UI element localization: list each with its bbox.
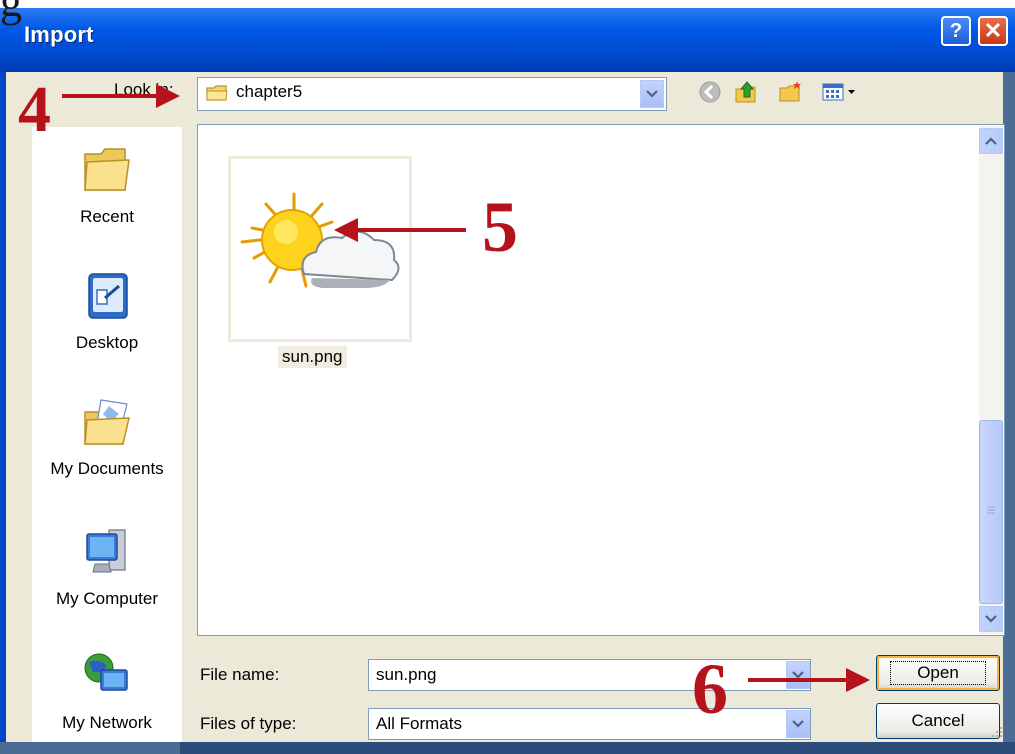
annotation-arrows [62, 84, 870, 692]
